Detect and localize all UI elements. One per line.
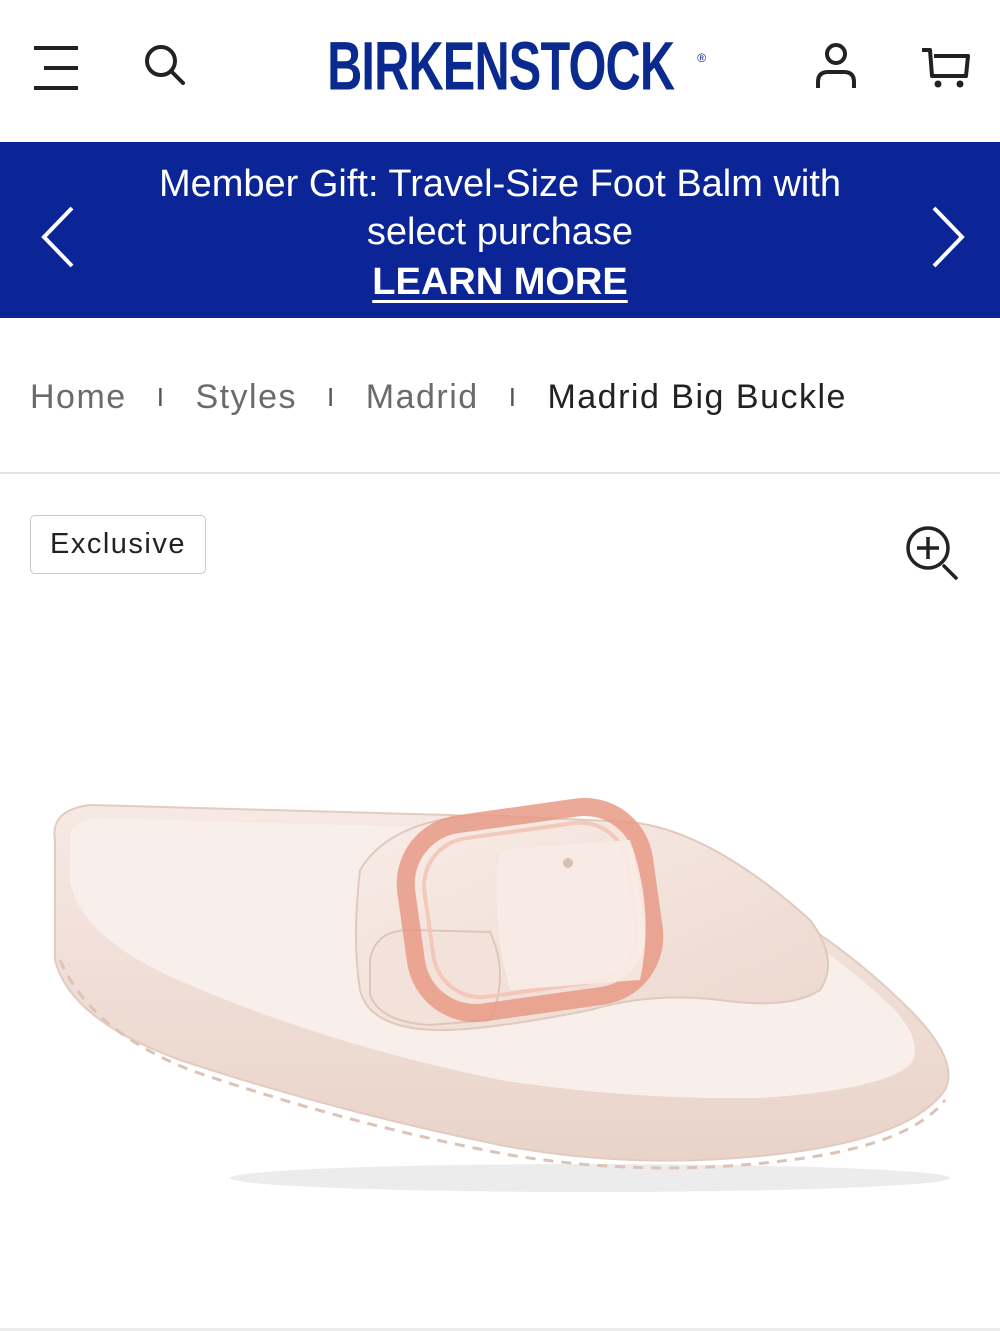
sandal-image[interactable] — [30, 760, 970, 1200]
brand-logo[interactable]: BIRKENSTOCK ® — [320, 26, 706, 106]
breadcrumb-separator: I — [327, 381, 336, 412]
promo-content: Member Gift: Travel-Size Foot Balm with … — [120, 160, 880, 306]
section-divider — [0, 472, 1000, 474]
exclusive-badge: Exclusive — [30, 515, 206, 574]
chevron-right-icon — [932, 206, 965, 268]
cart-button[interactable] — [912, 34, 980, 98]
account-button[interactable] — [804, 34, 868, 98]
menu-button[interactable] — [24, 34, 88, 98]
cart-icon — [922, 48, 970, 88]
breadcrumb: Home I Styles I Madrid I Madrid Big Buck… — [30, 372, 847, 422]
learn-more-link[interactable]: LEARN MORE — [372, 258, 627, 306]
zoom-in-icon — [906, 526, 958, 580]
account-icon — [816, 43, 856, 88]
menu-icon — [34, 46, 78, 90]
promo-message: Member Gift: Travel-Size Foot Balm with … — [158, 163, 842, 253]
promo-next-button[interactable] — [918, 202, 978, 272]
breadcrumb-home[interactable]: Home — [30, 378, 127, 417]
breadcrumb-madrid[interactable]: Madrid — [366, 378, 479, 417]
promo-prev-button[interactable] — [28, 202, 88, 272]
brand-wordmark: BIRKENSTOCK — [327, 27, 675, 105]
breadcrumb-separator: I — [508, 381, 518, 412]
chevron-left-icon — [41, 206, 74, 268]
registered-mark: ® — [697, 51, 707, 65]
breadcrumb-current: Madrid Big Buckle — [547, 377, 847, 416]
breadcrumb-separator: I — [156, 381, 166, 412]
promo-banner: Member Gift: Travel-Size Foot Balm with … — [0, 142, 1000, 318]
search-icon — [145, 45, 185, 85]
search-button[interactable] — [134, 34, 198, 98]
breadcrumb-styles[interactable]: Styles — [195, 378, 297, 417]
zoom-button[interactable] — [900, 522, 968, 586]
site-header: BIRKENSTOCK ® — [0, 0, 1000, 142]
